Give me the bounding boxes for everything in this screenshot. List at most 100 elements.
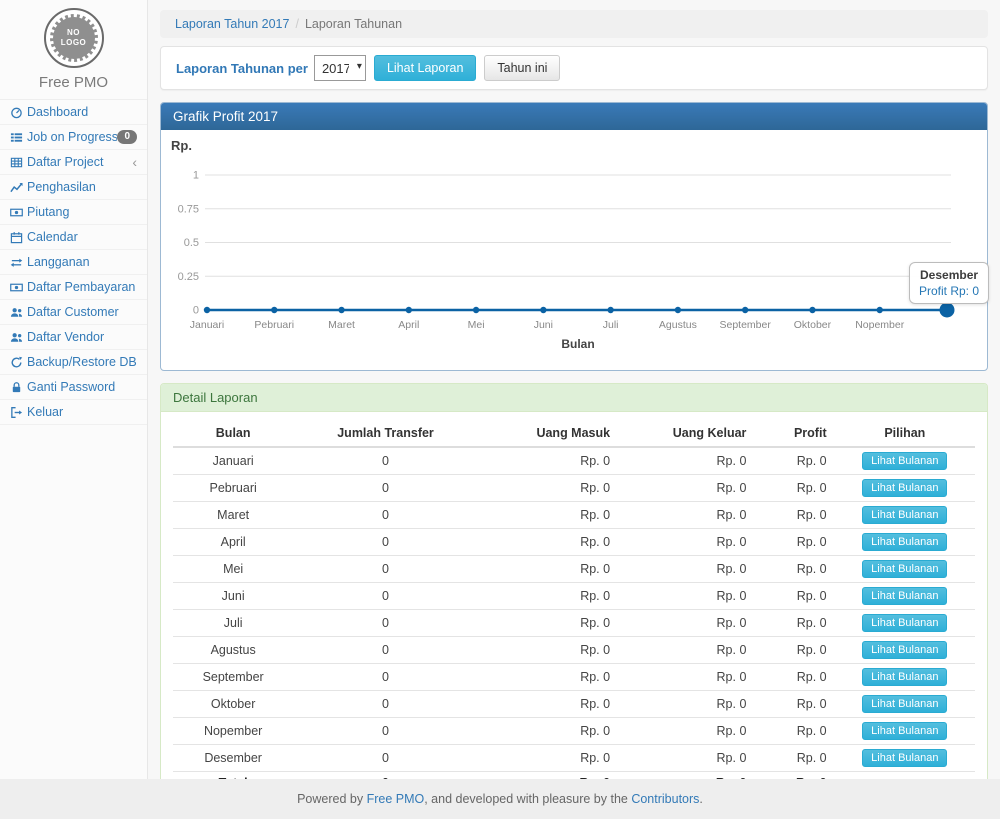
breadcrumb-link[interactable]: Laporan Tahun 2017 bbox=[175, 17, 289, 31]
data-point[interactable] bbox=[540, 307, 546, 313]
footer-link-contributors[interactable]: Contributors bbox=[631, 792, 699, 806]
table-row-mei: Mei0Rp. 0Rp. 0Rp. 0Lihat Bulanan bbox=[173, 556, 975, 583]
chart-panel-title: Grafik Profit 2017 bbox=[161, 103, 987, 130]
cell-jumlah-transfer: 0 bbox=[293, 583, 477, 610]
cell-profit: Rp. 0 bbox=[754, 610, 834, 637]
cell-uang-keluar: Rp. 0 bbox=[618, 447, 754, 475]
sidebar-item-calendar[interactable]: Calendar bbox=[0, 225, 147, 250]
lihat-bulanan-button[interactable]: Lihat Bulanan bbox=[862, 722, 947, 740]
data-point[interactable] bbox=[675, 307, 681, 313]
cell-uang-masuk: Rp. 0 bbox=[478, 529, 618, 556]
x-tick-label: Maret bbox=[328, 319, 355, 331]
cell-bulan: Juli bbox=[173, 610, 293, 637]
footer: Powered by Free PMO, and developed with … bbox=[0, 779, 1000, 819]
column-header-jumlah-transfer: Jumlah Transfer bbox=[293, 420, 477, 447]
sidebar-menu: DashboardJob on Progress0Daftar Project‹… bbox=[0, 99, 147, 425]
sidebar-item-keluar[interactable]: Keluar bbox=[0, 400, 147, 425]
data-point[interactable] bbox=[406, 307, 412, 313]
cell-profit: Rp. 0 bbox=[754, 502, 834, 529]
cell-pilihan: Lihat Bulanan bbox=[835, 664, 975, 691]
cell-jumlah-transfer: 0 bbox=[293, 637, 477, 664]
cell-jumlah-transfer: 0 bbox=[293, 475, 477, 502]
data-point[interactable] bbox=[338, 307, 344, 313]
sidebar-item-daftar-project[interactable]: Daftar Project‹ bbox=[0, 150, 147, 175]
table-row-oktober: Oktober0Rp. 0Rp. 0Rp. 0Lihat Bulanan bbox=[173, 691, 975, 718]
tahun-ini-button[interactable]: Tahun ini bbox=[484, 55, 560, 81]
sidebar-item-label: Daftar Vendor bbox=[27, 329, 137, 345]
cell-bulan: September bbox=[173, 664, 293, 691]
sidebar-item-daftar-customer[interactable]: Daftar Customer bbox=[0, 300, 147, 325]
cell-uang-masuk: Rp. 0 bbox=[478, 502, 618, 529]
dashboard-icon bbox=[10, 106, 27, 119]
data-point[interactable] bbox=[204, 307, 210, 313]
cell-profit: Rp. 0 bbox=[754, 583, 834, 610]
sidebar-item-piutang[interactable]: Piutang bbox=[0, 200, 147, 225]
lihat-bulanan-button[interactable]: Lihat Bulanan bbox=[862, 695, 947, 713]
footer-text-prefix: Powered by bbox=[297, 792, 366, 806]
cell-pilihan: Lihat Bulanan bbox=[835, 637, 975, 664]
cell-profit: Rp. 0 bbox=[754, 745, 834, 772]
lihat-laporan-button[interactable]: Lihat Laporan bbox=[374, 55, 476, 81]
cell-bulan: Maret bbox=[173, 502, 293, 529]
data-point-highlighted[interactable] bbox=[940, 303, 955, 318]
lihat-bulanan-button[interactable]: Lihat Bulanan bbox=[862, 560, 947, 578]
year-select[interactable]: 2017 bbox=[314, 55, 366, 81]
sidebar-item-job-on-progress[interactable]: Job on Progress0 bbox=[0, 125, 147, 150]
total-label: Total bbox=[173, 772, 293, 780]
table-icon bbox=[10, 156, 27, 169]
lihat-bulanan-button[interactable]: Lihat Bulanan bbox=[862, 479, 947, 497]
cell-uang-keluar: Rp. 0 bbox=[618, 718, 754, 745]
data-point[interactable] bbox=[473, 307, 479, 313]
cell-pilihan: Lihat Bulanan bbox=[835, 475, 975, 502]
chevron-left-icon: ‹ bbox=[132, 157, 137, 167]
lihat-bulanan-button[interactable]: Lihat Bulanan bbox=[862, 506, 947, 524]
footer-link-freepmo[interactable]: Free PMO bbox=[367, 792, 425, 806]
lihat-bulanan-button[interactable]: Lihat Bulanan bbox=[862, 641, 947, 659]
cell-uang-keluar: Rp. 0 bbox=[618, 583, 754, 610]
chart-y-axis-label: Rp. bbox=[171, 138, 192, 153]
sidebar-item-backup-restore-db[interactable]: Backup/Restore DB bbox=[0, 350, 147, 375]
lihat-bulanan-button[interactable]: Lihat Bulanan bbox=[862, 533, 947, 551]
lihat-bulanan-button[interactable]: Lihat Bulanan bbox=[862, 587, 947, 605]
cell-profit: Rp. 0 bbox=[754, 447, 834, 475]
sidebar-item-label: Job on Progress bbox=[27, 129, 117, 145]
cell-uang-keluar: Rp. 0 bbox=[618, 610, 754, 637]
cell-uang-masuk: Rp. 0 bbox=[478, 664, 618, 691]
sidebar-item-ganti-password[interactable]: Ganti Password bbox=[0, 375, 147, 400]
lihat-bulanan-button[interactable]: Lihat Bulanan bbox=[862, 452, 947, 470]
data-point[interactable] bbox=[271, 307, 277, 313]
calendar-icon bbox=[10, 231, 27, 244]
cell-uang-keluar: Rp. 0 bbox=[618, 556, 754, 583]
line-chart-icon bbox=[10, 181, 27, 194]
table-header-row: BulanJumlah TransferUang MasukUang Kelua… bbox=[173, 420, 975, 447]
sidebar-item-langganan[interactable]: Langganan bbox=[0, 250, 147, 275]
report-table-body: Januari0Rp. 0Rp. 0Rp. 0Lihat BulananPebr… bbox=[173, 447, 975, 779]
y-tick-label: 0.5 bbox=[184, 237, 199, 249]
data-point[interactable] bbox=[877, 307, 883, 313]
cell-uang-masuk: Rp. 0 bbox=[478, 556, 618, 583]
x-tick-label: Juli bbox=[603, 319, 619, 331]
sidebar-item-label: Calendar bbox=[27, 229, 137, 245]
sidebar-item-daftar-pembayaran[interactable]: Daftar Pembayaran bbox=[0, 275, 147, 300]
users-icon bbox=[10, 331, 27, 344]
table-row-januari: Januari0Rp. 0Rp. 0Rp. 0Lihat Bulanan bbox=[173, 447, 975, 475]
data-point[interactable] bbox=[809, 307, 815, 313]
data-point[interactable] bbox=[607, 307, 613, 313]
table-row-juli: Juli0Rp. 0Rp. 0Rp. 0Lihat Bulanan bbox=[173, 610, 975, 637]
breadcrumb-separator: / bbox=[295, 17, 298, 31]
x-tick-label: Pebruari bbox=[254, 319, 294, 331]
year-select-wrap: 2017 ▾ bbox=[314, 55, 366, 81]
sidebar-item-daftar-vendor[interactable]: Daftar Vendor bbox=[0, 325, 147, 350]
cell-uang-masuk: Rp. 0 bbox=[478, 583, 618, 610]
sidebar-item-dashboard[interactable]: Dashboard bbox=[0, 100, 147, 125]
cell-pilihan: Lihat Bulanan bbox=[835, 691, 975, 718]
sign-out-icon bbox=[10, 406, 27, 419]
data-point[interactable] bbox=[742, 307, 748, 313]
sidebar-item-label: Piutang bbox=[27, 204, 137, 220]
lihat-bulanan-button[interactable]: Lihat Bulanan bbox=[862, 749, 947, 767]
sidebar-item-penghasilan[interactable]: Penghasilan bbox=[0, 175, 147, 200]
report-table: BulanJumlah TransferUang MasukUang Kelua… bbox=[173, 420, 975, 779]
filter-panel: Laporan Tahunan per 2017 ▾ Lihat Laporan… bbox=[160, 46, 988, 90]
lihat-bulanan-button[interactable]: Lihat Bulanan bbox=[862, 668, 947, 686]
lihat-bulanan-button[interactable]: Lihat Bulanan bbox=[862, 614, 947, 632]
